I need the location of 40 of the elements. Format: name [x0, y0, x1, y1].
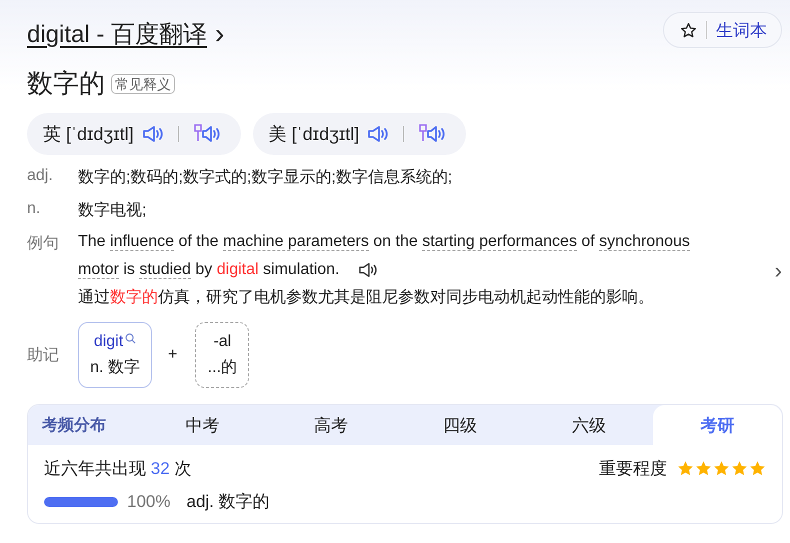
- word-part-meaning: n. 数字: [90, 358, 140, 378]
- page-title-link[interactable]: digital - 百度翻译: [27, 18, 208, 50]
- example-translation: 通过数字的仿真，研究了电机参数尤其是阻尼参数对同步电动机起动性能的影响。: [78, 288, 655, 308]
- example-label: 例句: [27, 234, 60, 254]
- common-meaning-tag: 常见释义: [111, 74, 175, 94]
- word-part-card[interactable]: digit n. 数字: [78, 322, 152, 388]
- frequency-percent: 100%: [127, 492, 170, 512]
- exam-tab[interactable]: 六级: [524, 405, 654, 445]
- star-icon: [749, 460, 766, 477]
- word-part: -al: [213, 332, 232, 350]
- chevron-icon[interactable]: ›: [215, 20, 224, 48]
- next-example-button[interactable]: ›: [774, 258, 782, 284]
- word-part: digit: [94, 332, 124, 350]
- exam-frequency-title: 考频分布: [40, 416, 107, 436]
- sense-meaning: adj. 数字的: [186, 491, 270, 513]
- headword: 数字的: [27, 67, 105, 100]
- star-icon: [695, 460, 712, 477]
- search-icon: [125, 332, 136, 344]
- part-of-speech: n.: [27, 200, 42, 218]
- speaker-icon[interactable]: [358, 261, 378, 279]
- exam-tab[interactable]: 考研: [653, 405, 782, 445]
- exam-tab[interactable]: 四级: [396, 405, 524, 445]
- part-of-speech: adj.: [27, 167, 54, 185]
- word-part-meaning: ...的: [208, 358, 238, 378]
- definition-text: 数字电视;: [78, 200, 146, 221]
- phonetic-text: 美 [ˈdɪdʒɪtl]: [268, 123, 360, 146]
- exam-tab[interactable]: 高考: [266, 405, 396, 445]
- mnemonic-label: 助记: [27, 346, 60, 366]
- star-icon: [731, 460, 748, 477]
- definition-text: 数字的;数码的;数字式的;数字显示的;数字信息系统的;: [78, 168, 452, 188]
- plus-sign: +: [168, 346, 178, 364]
- occurrence-text: 近六年共出现 32 次: [44, 458, 192, 480]
- star-icon: [713, 460, 730, 477]
- exam-tab[interactable]: 中考: [138, 405, 267, 445]
- importance-label: 重要程度: [599, 458, 667, 480]
- phonetic-text: 英 [ˈdɪdʒɪtl]: [43, 123, 134, 146]
- star-icon: [677, 460, 694, 477]
- example-sentence: The influence of the machine parameters on the starting performances of synchronous motor is studied by digital simulation.: [78, 232, 691, 281]
- wordbook-button[interactable]: 生词本: [663, 12, 782, 48]
- star-icon: [680, 22, 697, 38]
